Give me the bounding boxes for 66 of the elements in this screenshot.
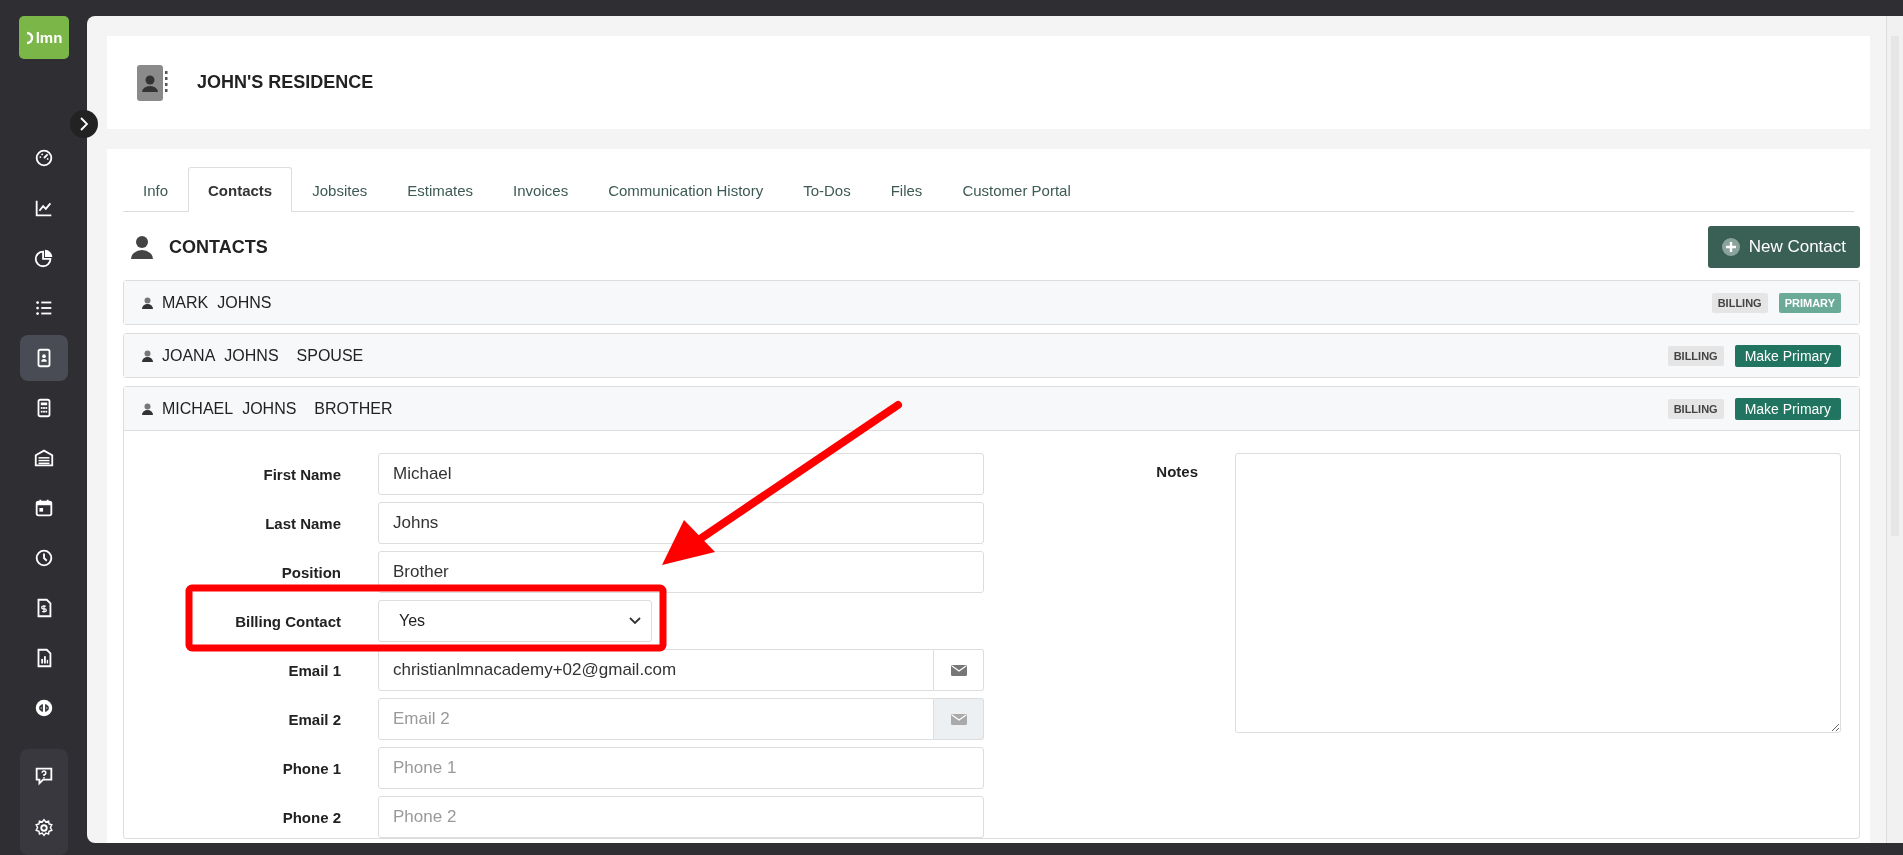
select-field[interactable]: Yes [378, 600, 652, 642]
field-label: Email 1 [287, 661, 341, 679]
contact-header[interactable]: MICHAEL JOHNS BROTHER BILLING Make Primary [124, 387, 1859, 430]
text-field[interactable]: Phone 2 [378, 796, 984, 838]
chevron-down-icon [629, 617, 641, 625]
select-value: Yes [399, 612, 426, 630]
section-title: CONTACTS [169, 236, 268, 258]
contact-position: SPOUSE [296, 346, 364, 365]
logo-mark-icon [24, 30, 35, 45]
contact-position: BROTHER [314, 399, 393, 418]
notes-field[interactable] [1235, 453, 1841, 733]
field-label: Email 2 [287, 710, 341, 728]
plus-circle-icon [1721, 238, 1740, 256]
new-contact-button[interactable]: New Contact [1707, 226, 1860, 268]
envelope-icon [950, 713, 967, 725]
email-field[interactable]: Email 2 [378, 698, 934, 740]
contact-header[interactable]: MARK JOHNS BILLING PRIMARY [124, 281, 1859, 324]
contact-name: MICHAEL [162, 399, 234, 418]
billing-badge: BILLING [1667, 345, 1724, 366]
person-icon [142, 296, 153, 309]
field-label: Phone 1 [281, 759, 341, 777]
tab[interactable]: To-Dos [783, 167, 871, 212]
contact-name: JOHNS [224, 346, 279, 365]
sidebar-item[interactable] [19, 335, 68, 381]
person-icon [142, 349, 153, 362]
chevron-right-icon [79, 117, 89, 131]
tab[interactable]: Estimates [387, 167, 494, 212]
address-book-icon [135, 62, 169, 103]
field-label: Position [280, 563, 341, 581]
pie-chart-icon [32, 247, 55, 269]
contact-name: JOHNS [242, 399, 297, 418]
field-label: Phone 2 [281, 808, 341, 826]
tab[interactable]: Jobsites [292, 167, 388, 212]
sidebar-toggle-button[interactable] [70, 110, 98, 138]
email-addon[interactable] [934, 649, 984, 691]
envelope-icon [950, 664, 967, 676]
field-label: Billing Contact [234, 612, 341, 630]
make-primary-button[interactable]: Make Primary [1734, 397, 1841, 420]
field-label: Notes [1155, 462, 1198, 480]
tab[interactable]: Files [870, 167, 943, 212]
text-field[interactable]: Brother [378, 551, 984, 593]
contact-name: JOHNS [217, 293, 272, 312]
primary-badge: PRIMARY [1778, 292, 1841, 313]
contact-header[interactable]: JOANA JOHNS SPOUSE BILLING Make Primary [124, 334, 1859, 377]
settings-icon [32, 817, 55, 839]
person-icon [131, 235, 153, 259]
tab[interactable]: Contacts [188, 167, 293, 212]
field-label: First Name [262, 465, 341, 483]
tab[interactable]: Info [123, 167, 189, 212]
field-label: Last Name [264, 514, 341, 532]
text-field[interactable]: Phone 1 [378, 747, 984, 789]
tab[interactable]: Invoices [493, 167, 589, 212]
text-field[interactable]: Johns [378, 502, 984, 544]
text-field[interactable]: Michael [378, 453, 984, 495]
page-title: JOHN'S RESIDENCE [197, 72, 374, 93]
garage-icon [32, 447, 55, 469]
logo-text: lmn [35, 29, 63, 46]
email-field[interactable]: christianlmnacademy+02@gmail.com [378, 649, 934, 691]
tab[interactable]: Customer Portal [942, 167, 1091, 212]
contact-name: MARK [162, 293, 209, 312]
billing-badge: BILLING [1667, 398, 1724, 419]
tab[interactable]: Communication History [588, 167, 784, 212]
billing-badge: BILLING [1711, 292, 1768, 313]
person-icon [142, 402, 153, 415]
contact-name: JOANA [162, 346, 216, 365]
make-primary-button[interactable]: Make Primary [1734, 344, 1841, 367]
